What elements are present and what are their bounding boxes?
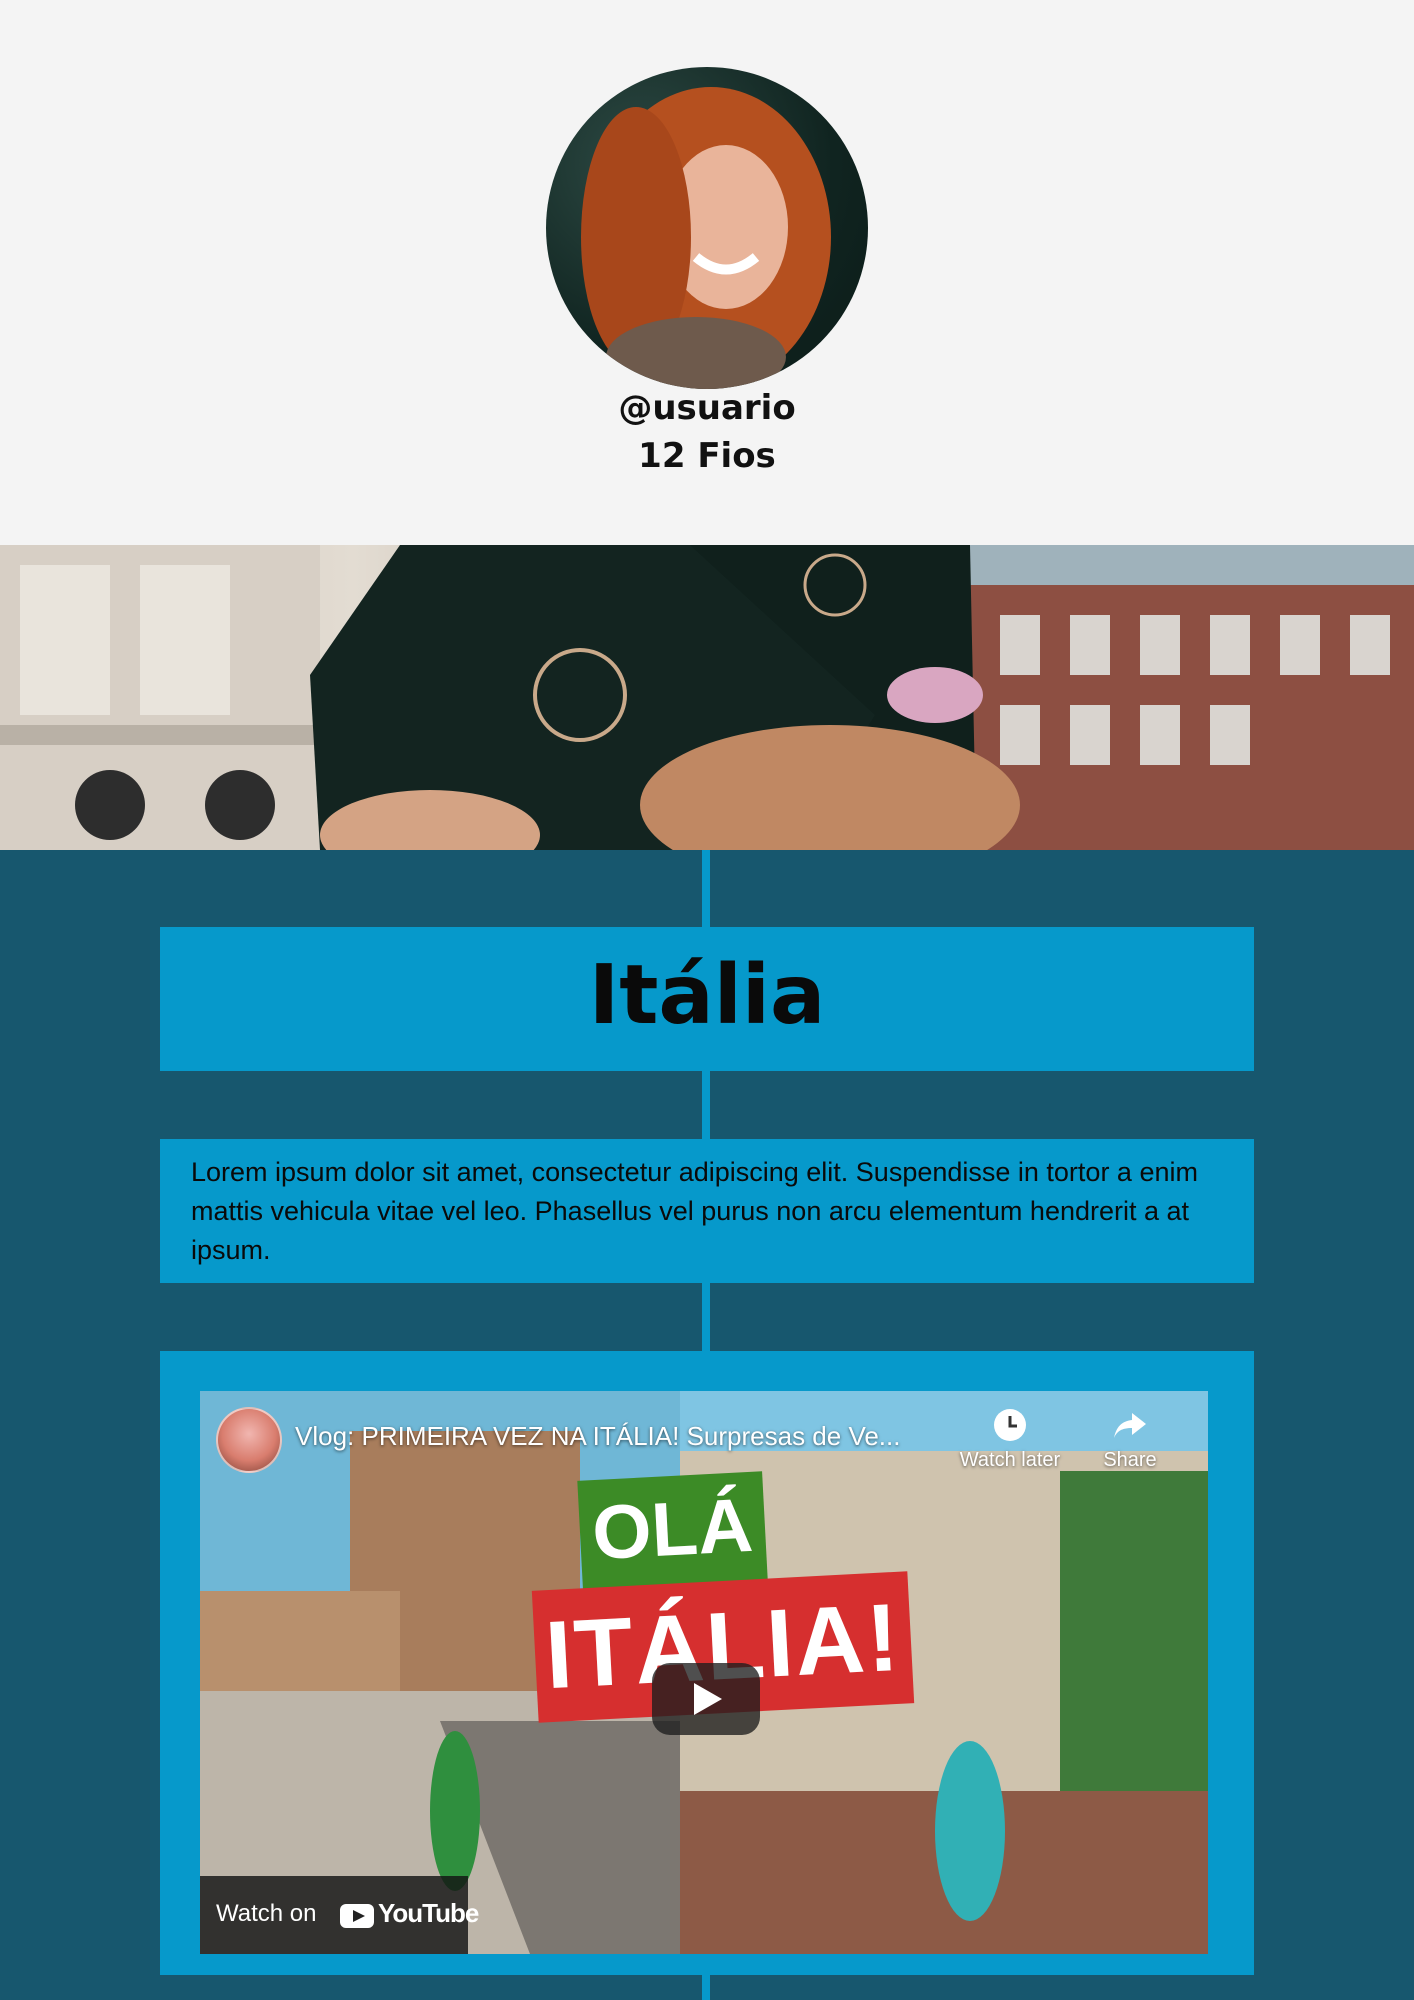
youtube-embed[interactable]: Vlog: PRIMEIRA VEZ NA ITÁLIA! Surpresas …	[200, 1391, 1208, 1954]
clock-icon	[994, 1409, 1026, 1441]
timeline: Itália Lorem ipsum dolor sit amet, conse…	[0, 850, 1414, 2000]
youtube-logo-icon: YouTube	[340, 1898, 479, 1932]
timeline-video-card: Vlog: PRIMEIRA VEZ NA ITÁLIA! Surpresas …	[160, 1351, 1254, 1975]
watch-later-label: Watch later	[959, 1449, 1061, 1471]
timeline-title: Itália	[588, 948, 826, 1043]
profile-header: @usuario 12 Fios	[0, 0, 1414, 545]
watch-later-button[interactable]: Watch later	[955, 1407, 1065, 1472]
timeline-description: Lorem ipsum dolor sit amet, consectetur …	[191, 1157, 1198, 1265]
timeline-text-card: Lorem ipsum dolor sit amet, consectetur …	[160, 1139, 1254, 1283]
profile-handle: @usuario	[618, 388, 796, 428]
passports-photo-icon	[0, 545, 1414, 850]
play-button[interactable]	[652, 1663, 760, 1735]
watch-on-label: Watch on	[216, 1900, 317, 1927]
video-title[interactable]: Vlog: PRIMEIRA VEZ NA ITÁLIA! Surpresas …	[295, 1421, 900, 1452]
share-label: Share	[1103, 1449, 1157, 1471]
thumbnail-ola-banner: OLÁ	[577, 1471, 768, 1589]
profile-avatar[interactable]	[546, 67, 868, 389]
thread-count: 12 Fios	[638, 436, 776, 476]
thumbnail-ola-text: OLÁ	[590, 1482, 755, 1577]
youtube-label: YouTube	[378, 1898, 479, 1928]
cover-banner	[0, 545, 1414, 850]
avatar-portrait-icon	[581, 87, 831, 389]
share-button[interactable]: Share	[1090, 1407, 1170, 1472]
timeline-title-card: Itália	[160, 927, 1254, 1071]
watch-on-youtube-button[interactable]: Watch on YouTube	[200, 1876, 479, 1954]
play-icon	[694, 1683, 722, 1715]
share-icon	[1114, 1413, 1146, 1438]
channel-avatar[interactable]	[216, 1407, 282, 1473]
